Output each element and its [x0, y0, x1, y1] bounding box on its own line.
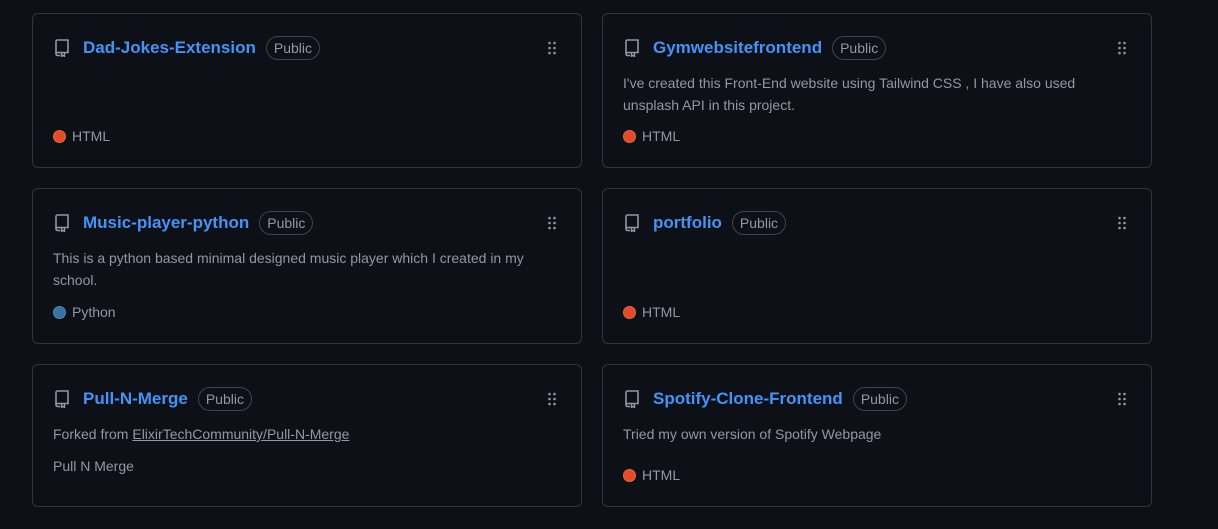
grabber-icon[interactable] [547, 215, 557, 231]
language-label: Python [72, 304, 116, 320]
repo-icon [623, 39, 641, 57]
repo-card: Gymwebsitefrontend Public I've created t… [602, 13, 1152, 168]
repo-card: portfolio Public HTML [602, 188, 1152, 344]
repo-language: HTML [53, 128, 110, 144]
repo-name-link[interactable]: Music-player-python [83, 213, 249, 233]
forked-from-link[interactable]: ElixirTechCommunity/Pull-N-Merge [132, 426, 349, 442]
language-label: HTML [642, 304, 681, 320]
repo-icon [53, 214, 71, 232]
repo-icon [623, 214, 641, 232]
repo-card: Spotify-Clone-Frontend Public Tried my o… [602, 364, 1152, 507]
repo-card-header: Music-player-python Public [53, 205, 561, 241]
repo-icon [53, 390, 71, 408]
language-label: HTML [72, 128, 111, 144]
language-label: HTML [642, 467, 681, 483]
repo-card: Dad-Jokes-Extension Public HTML [32, 13, 582, 168]
repo-card-header: portfolio Public [623, 205, 1131, 241]
language-color-dot [623, 129, 636, 143]
repo-name-link[interactable]: Gymwebsitefrontend [653, 38, 822, 58]
grabber-icon[interactable] [547, 391, 557, 407]
repo-card-header: Spotify-Clone-Frontend Public [623, 381, 1131, 417]
language-color-dot [53, 305, 66, 319]
visibility-badge: Public [265, 36, 321, 60]
repo-icon [623, 390, 641, 408]
repo-icon [53, 39, 71, 57]
repo-language: HTML [623, 128, 680, 144]
visibility-badge: Public [259, 211, 314, 235]
repo-card-header: Dad-Jokes-Extension Public [53, 30, 561, 66]
visibility-badge: Public [832, 36, 887, 60]
grabber-icon[interactable] [547, 40, 557, 56]
repo-description: This is a python based minimal designed … [53, 250, 524, 288]
visibility-badge: Public [852, 387, 907, 411]
language-color-dot [623, 468, 636, 482]
repo-card-header: Gymwebsitefrontend Public [623, 30, 1131, 66]
repo-card: Music-player-python Public This is a pyt… [32, 188, 582, 344]
language-color-dot [623, 305, 636, 319]
repo-name-link[interactable]: Pull-N-Merge [83, 389, 188, 409]
repo-description: I've created this Front-End website usin… [623, 75, 1076, 113]
repo-name-link[interactable]: Spotify-Clone-Frontend [653, 389, 843, 409]
pinned-repos-grid: Dad-Jokes-Extension Public HTML Gymwebsi… [32, 13, 1152, 507]
forked-from-prefix: Forked from [53, 426, 129, 442]
language-color-dot [53, 129, 66, 143]
grabber-icon[interactable] [1117, 391, 1127, 407]
visibility-badge: Public [197, 387, 252, 411]
repo-language: HTML [623, 304, 680, 320]
repo-description: Pull N Merge [53, 458, 134, 474]
visibility-badge: Public [731, 211, 787, 235]
repo-language: Python [53, 304, 116, 320]
grabber-icon[interactable] [1117, 215, 1127, 231]
forked-from-line: Forked from ElixirTechCommunity/Pull-N-M… [53, 423, 561, 445]
grabber-icon[interactable] [1117, 40, 1127, 56]
language-label: HTML [642, 128, 681, 144]
repo-card: Pull-N-Merge Public Forked from ElixirTe… [32, 364, 582, 507]
repo-name-link[interactable]: portfolio [653, 213, 722, 233]
repo-description: Tried my own version of Spotify Webpage [623, 426, 882, 442]
repo-language: HTML [623, 467, 680, 483]
repo-name-link[interactable]: Dad-Jokes-Extension [83, 38, 256, 58]
repo-card-header: Pull-N-Merge Public [53, 381, 561, 417]
